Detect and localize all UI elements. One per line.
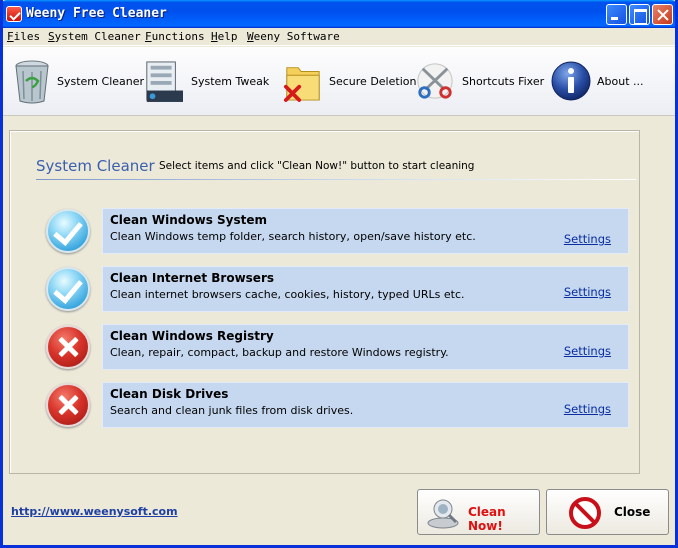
settings-link[interactable]: Settings [564,344,611,358]
info-icon [551,61,591,101]
option-description: Clean, repair, compact, backup and resto… [110,346,449,359]
unchecked-icon[interactable] [46,383,90,427]
toolbar-secure-deletion[interactable]: Secure Deletion [283,57,417,107]
menu-files[interactable]: Files [7,30,40,43]
panel-title: System Cleaner [36,157,155,175]
toolbar-system-cleaner[interactable]: System Cleaner [11,57,144,107]
option-description: Search and clean junk files from disk dr… [110,404,354,417]
option-row-windows-system: Clean Windows System Clean Windows temp … [102,208,629,254]
toolbar-label-secure-deletion: Secure Deletion [329,75,417,88]
maximize-button[interactable] [629,4,650,25]
title-bar[interactable]: Weeny Free Cleaner [3,0,675,28]
menu-system-cleaner[interactable]: System Cleaner [48,30,141,43]
close-window-button[interactable] [652,4,673,25]
clean-now-button[interactable]: Clean Now! [417,489,540,535]
option-row-internet-browsers: Clean Internet Browsers Clean internet b… [102,266,629,312]
scissors-icon [417,63,453,99]
toolbar-label-system-cleaner: System Cleaner [57,75,145,88]
option-description: Clean internet browsers cache, cookies, … [110,288,465,301]
minimize-button[interactable] [606,4,627,25]
toolbar-label-shortcuts-fixer: Shortcuts Fixer [462,75,545,88]
toolbar-shortcuts-fixer[interactable]: Shortcuts Fixer [415,57,545,107]
window-title: Weeny Free Cleaner [26,6,167,21]
app-window: Weeny Free Cleaner Files System Cleaner … [0,0,678,548]
option-title: Clean Windows Registry [110,329,274,343]
option-row-windows-registry: Clean Windows Registry Clean, repair, co… [102,324,629,370]
settings-link[interactable]: Settings [564,232,611,246]
toolbar: System Cleaner System Tweak Secure Delet… [3,47,675,116]
toolbar-system-tweak[interactable]: System Tweak [143,57,273,107]
menu-weeny-software[interactable]: Weeny Software [247,30,340,43]
checked-icon[interactable] [46,209,90,253]
unchecked-icon[interactable] [46,325,90,369]
close-label: Close [614,505,651,519]
secure-deletion-icon [283,67,320,102]
toolbar-label-about: About ... [597,75,644,88]
cleaner-icon [427,499,459,529]
option-description: Clean Windows temp folder, search histor… [110,230,476,243]
divider [36,179,636,180]
app-icon[interactable] [6,6,22,22]
website-link[interactable]: http://www.weenysoft.com [11,505,178,518]
option-title: Clean Windows System [110,213,267,227]
clean-now-label: Clean Now! [468,505,506,533]
recycle-bin-icon [15,60,49,104]
settings-link[interactable]: Settings [564,285,611,299]
toolbar-label-system-tweak: System Tweak [191,75,270,88]
panel-subtitle: Select items and click "Clean Now!" butt… [159,160,475,172]
toolbar-about[interactable]: About ... [550,57,670,107]
settings-link[interactable]: Settings [564,402,611,416]
option-row-disk-drives: Clean Disk Drives Search and clean junk … [102,382,629,428]
option-title: Clean Disk Drives [110,387,229,401]
close-button[interactable]: Close [546,489,669,535]
option-title: Clean Internet Browsers [110,271,275,285]
menu-bar: Files System Cleaner Functions Help Ween… [3,28,675,46]
checked-icon[interactable] [46,267,90,311]
menu-functions[interactable]: Functions [145,30,205,43]
stop-icon [569,497,601,529]
menu-help[interactable]: Help [211,30,238,43]
system-tweak-icon [146,61,183,102]
main-panel: System Cleaner Select items and click "C… [9,130,640,474]
